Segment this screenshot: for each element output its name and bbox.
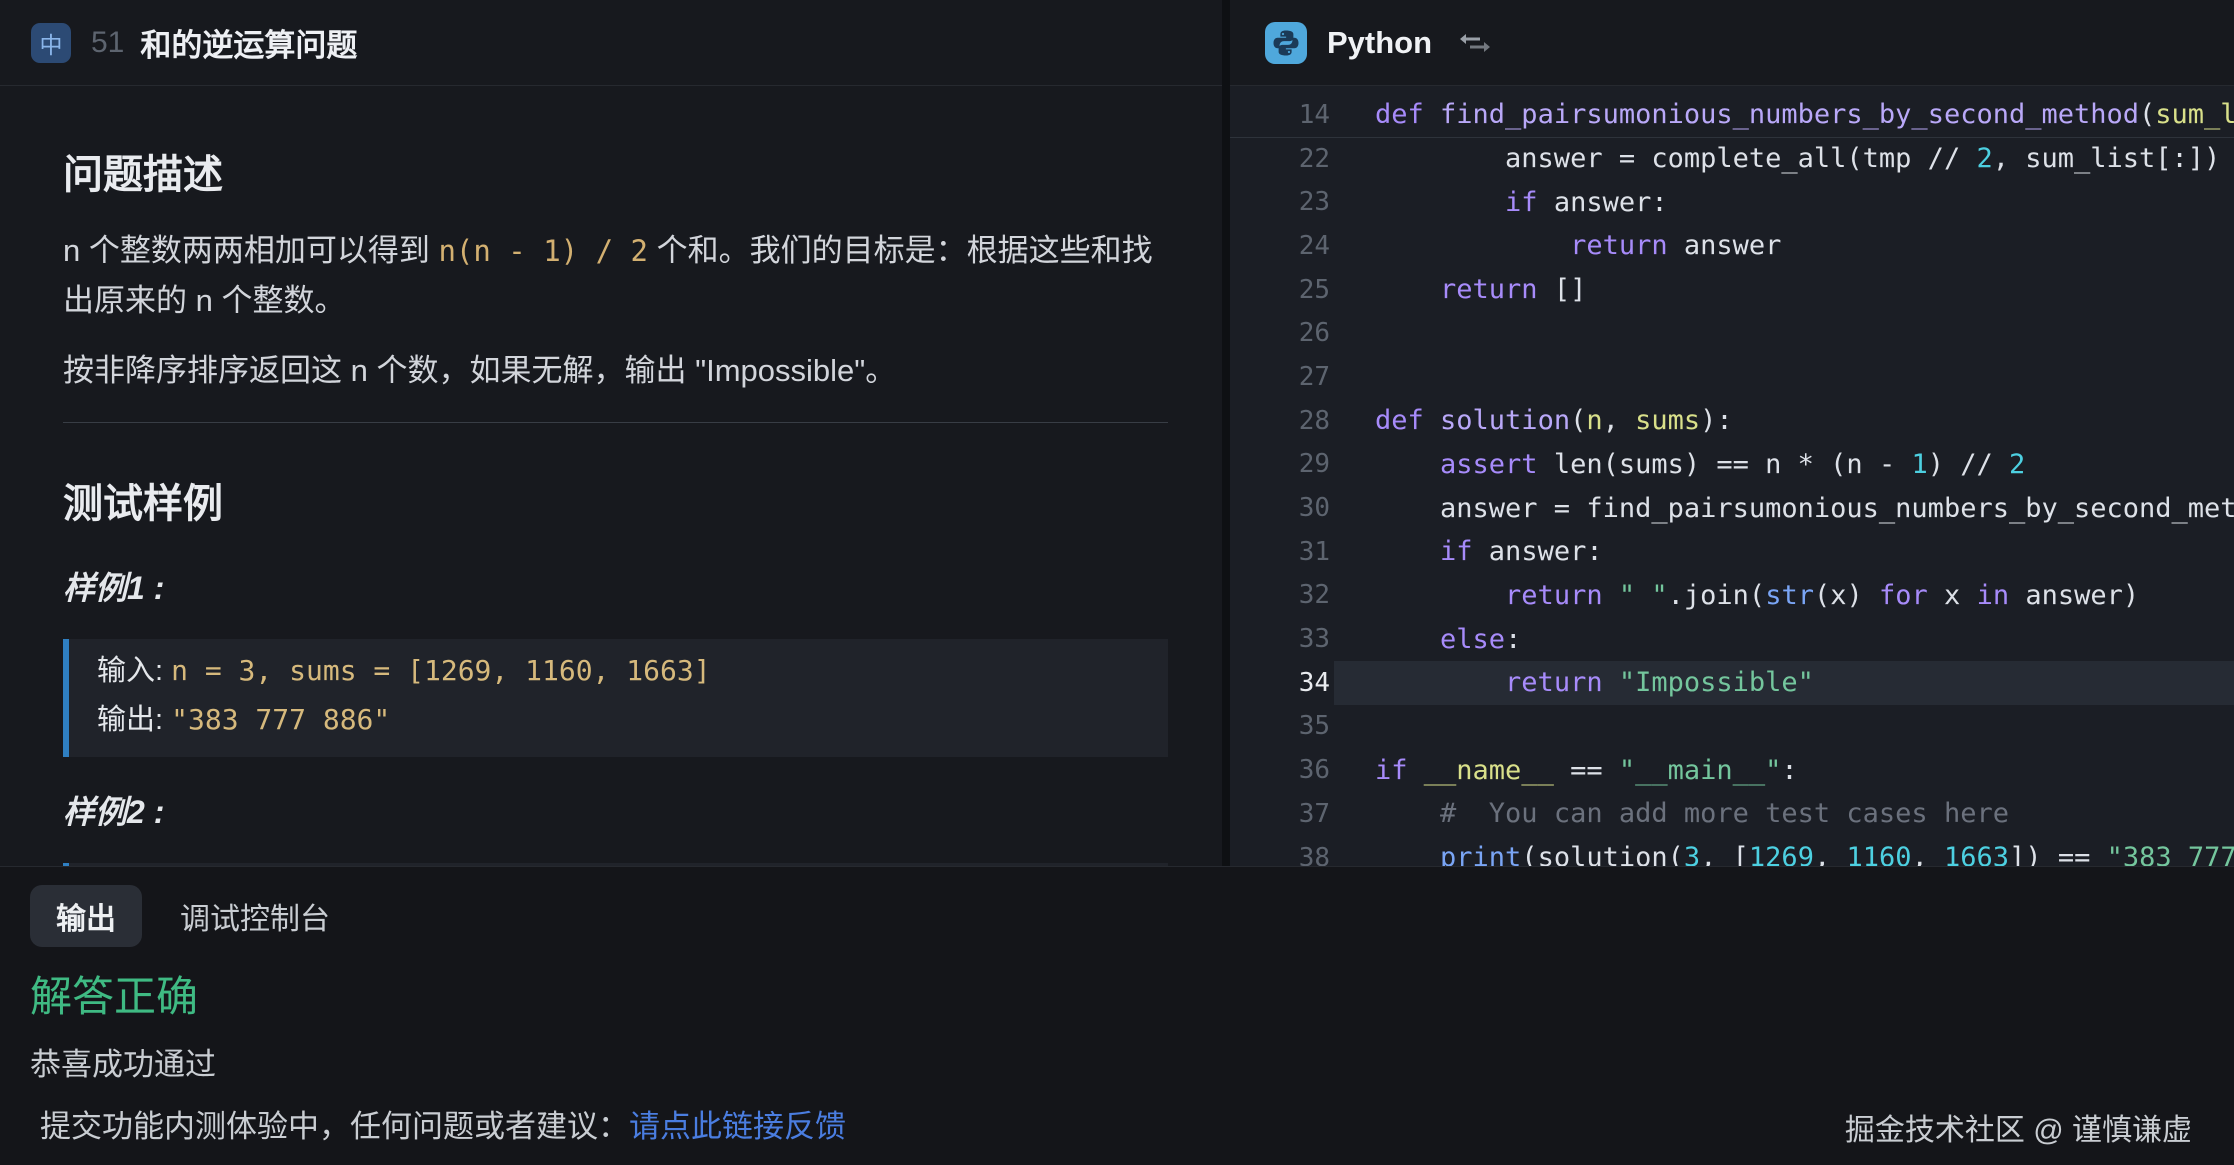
sample1-output-line: 输出: "383 777 886" xyxy=(97,698,1140,747)
line-number[interactable]: 24 xyxy=(1230,231,1334,261)
code-line[interactable]: 24 return answer xyxy=(1230,224,2234,268)
code-line-text: assert len(sums) == n * (n - 1) // 2 xyxy=(1334,443,2234,487)
line-number[interactable]: 38 xyxy=(1230,843,1334,866)
result-subtitle: 恭喜成功通过 xyxy=(30,1039,216,1084)
output-value: "383 777 886" xyxy=(171,703,390,736)
tab-debug-console[interactable]: 调试控制台 xyxy=(168,885,342,947)
line-number[interactable]: 14 xyxy=(1230,100,1334,130)
output-label: 输出: xyxy=(97,704,171,736)
line-number[interactable]: 33 xyxy=(1230,624,1334,654)
code-line-text: print(solution(3, [1269, 1160, 1663]) ==… xyxy=(1334,836,2234,866)
code-line-text xyxy=(1334,705,2234,749)
line-number[interactable]: 32 xyxy=(1230,580,1334,610)
community-credit: 掘金技术社区 @ 谨慎谦虚 xyxy=(1845,1105,2192,1149)
line-number[interactable]: 23 xyxy=(1230,187,1334,217)
code-line[interactable]: 14def find_pairsumonious_numbers_by_seco… xyxy=(1230,93,2234,137)
code-line[interactable]: 30 answer = find_pairsumonious_numbers_b… xyxy=(1230,486,2234,530)
problem-content: 问题描述 n 个整数两两相加可以得到 n(n - 1) / 2 个和。我们的目标… xyxy=(0,142,1222,866)
feedback-text: 提交功能内测体验中，任何问题或者建议： xyxy=(40,1109,629,1144)
code-line-text: return answer xyxy=(1334,224,2234,268)
sample1-label: 样例1 : xyxy=(63,563,1168,609)
code-line[interactable]: 31 if answer: xyxy=(1230,530,2234,574)
python-icon xyxy=(1265,22,1307,64)
code-line[interactable]: 38 print(solution(3, [1269, 1160, 1663])… xyxy=(1230,836,2234,866)
code-line-text: def solution(n, sums): xyxy=(1334,399,2234,443)
code-line-text: return " ".join(str(x) for x in answer) xyxy=(1334,574,2234,618)
sample1-block: 输入: n = 3, sums = [1269, 1160, 1663] 输出:… xyxy=(63,639,1168,757)
code-line-text xyxy=(1334,311,2234,355)
beta-feedback-note: 提交功能内测体验中，任何问题或者建议：请点此链接反馈 xyxy=(40,1101,846,1146)
line-number[interactable]: 26 xyxy=(1230,318,1334,348)
code-line[interactable]: 27 xyxy=(1230,355,2234,399)
line-number[interactable]: 28 xyxy=(1230,406,1334,436)
line-number[interactable]: 30 xyxy=(1230,493,1334,523)
line-number[interactable]: 27 xyxy=(1230,362,1334,392)
section-divider xyxy=(63,422,1168,423)
samples-heading: 测试样例 xyxy=(63,471,1168,529)
tab-output[interactable]: 输出 xyxy=(30,885,142,947)
code-line[interactable]: 34 return "Impossible" xyxy=(1230,661,2234,705)
code-line-text: # You can add more test cases here xyxy=(1334,792,2234,836)
sample1-input-line: 输入: n = 3, sums = [1269, 1160, 1663] xyxy=(97,649,1140,698)
code-line[interactable]: 35 xyxy=(1230,705,2234,749)
code-line[interactable]: 33 else: xyxy=(1230,617,2234,661)
input-value: n = 3, sums = [1269, 1160, 1663] xyxy=(171,654,710,687)
code-line-text: else: xyxy=(1334,617,2234,661)
description-paragraph-2: 按非降序排序返回这 n 个数，如果无解，输出 "Impossible"。 xyxy=(63,346,1168,396)
code-line[interactable]: 36if __name__ == "__main__": xyxy=(1230,748,2234,792)
code-line[interactable]: 29 assert len(sums) == n * (n - 1) // 2 xyxy=(1230,443,2234,487)
code-line-text: def find_pairsumonious_numbers_by_second… xyxy=(1334,93,2234,137)
feedback-link[interactable]: 请点此链接反馈 xyxy=(629,1109,846,1144)
problem-panel: 中 51 和的逆运算问题 问题描述 n 个整数两两相加可以得到 n(n - 1)… xyxy=(0,0,1222,866)
inline-code-formula: n(n - 1) / 2 xyxy=(438,234,648,268)
code-line[interactable]: 28def solution(n, sums): xyxy=(1230,399,2234,443)
line-number[interactable]: 35 xyxy=(1230,711,1334,741)
code-line[interactable]: 22 answer = complete_all(tmp // 2, sum_l… xyxy=(1230,137,2234,181)
language-label[interactable]: Python xyxy=(1327,25,1432,61)
line-number[interactable]: 31 xyxy=(1230,537,1334,567)
input-label: 输入: xyxy=(97,655,171,687)
problem-header: 中 51 和的逆运算问题 xyxy=(0,0,1222,86)
line-number[interactable]: 22 xyxy=(1230,144,1334,174)
difficulty-badge: 中 xyxy=(31,23,71,63)
code-line-text: return "Impossible" xyxy=(1334,661,2234,705)
line-number[interactable]: 25 xyxy=(1230,275,1334,305)
code-line-text: answer = find_pairsumonious_numbers_by_s… xyxy=(1334,486,2234,530)
description-paragraph-1: n 个整数两两相加可以得到 n(n - 1) / 2 个和。我们的目标是：根据这… xyxy=(63,226,1168,326)
line-number[interactable]: 29 xyxy=(1230,449,1334,479)
code-line[interactable]: 25 return [] xyxy=(1230,268,2234,312)
panel-divider[interactable] xyxy=(1222,0,1230,866)
code-line-text: return [] xyxy=(1334,268,2234,312)
code-line[interactable]: 32 return " ".join(str(x) for x in answe… xyxy=(1230,574,2234,618)
code-line-text: if __name__ == "__main__": xyxy=(1334,748,2234,792)
editor-header: Python xyxy=(1230,0,2234,86)
code-line-text xyxy=(1334,355,2234,399)
code-line-text: if answer: xyxy=(1334,180,2234,224)
code-line-text: answer = complete_all(tmp // 2, sum_list… xyxy=(1334,137,2234,181)
problem-title: 和的逆运算问题 xyxy=(140,20,357,65)
code-area[interactable]: 14def find_pairsumonious_numbers_by_seco… xyxy=(1230,86,2234,866)
code-line[interactable]: 37 # You can add more test cases here xyxy=(1230,792,2234,836)
swap-language-icon[interactable] xyxy=(1458,31,1492,55)
description-heading: 问题描述 xyxy=(63,142,1168,200)
line-number[interactable]: 37 xyxy=(1230,799,1334,829)
line-number[interactable]: 34 xyxy=(1230,668,1334,698)
description-text: n 个整数两两相加可以得到 xyxy=(63,233,438,268)
code-editor-panel: Python 14def find_pairsumonious_numbers_… xyxy=(1230,0,2234,866)
result-status: 解答正确 xyxy=(30,963,198,1024)
sample2-label: 样例2 : xyxy=(63,787,1168,833)
problem-number: 51 xyxy=(91,26,124,60)
code-lines: 14def find_pairsumonious_numbers_by_seco… xyxy=(1230,93,2234,866)
code-line[interactable]: 26 xyxy=(1230,311,2234,355)
code-line-text: if answer: xyxy=(1334,530,2234,574)
output-panel: 输出 调试控制台 解答正确 恭喜成功通过 提交功能内测体验中，任何问题或者建议：… xyxy=(0,866,2234,1165)
code-line[interactable]: 23 if answer: xyxy=(1230,180,2234,224)
line-number[interactable]: 36 xyxy=(1230,755,1334,785)
